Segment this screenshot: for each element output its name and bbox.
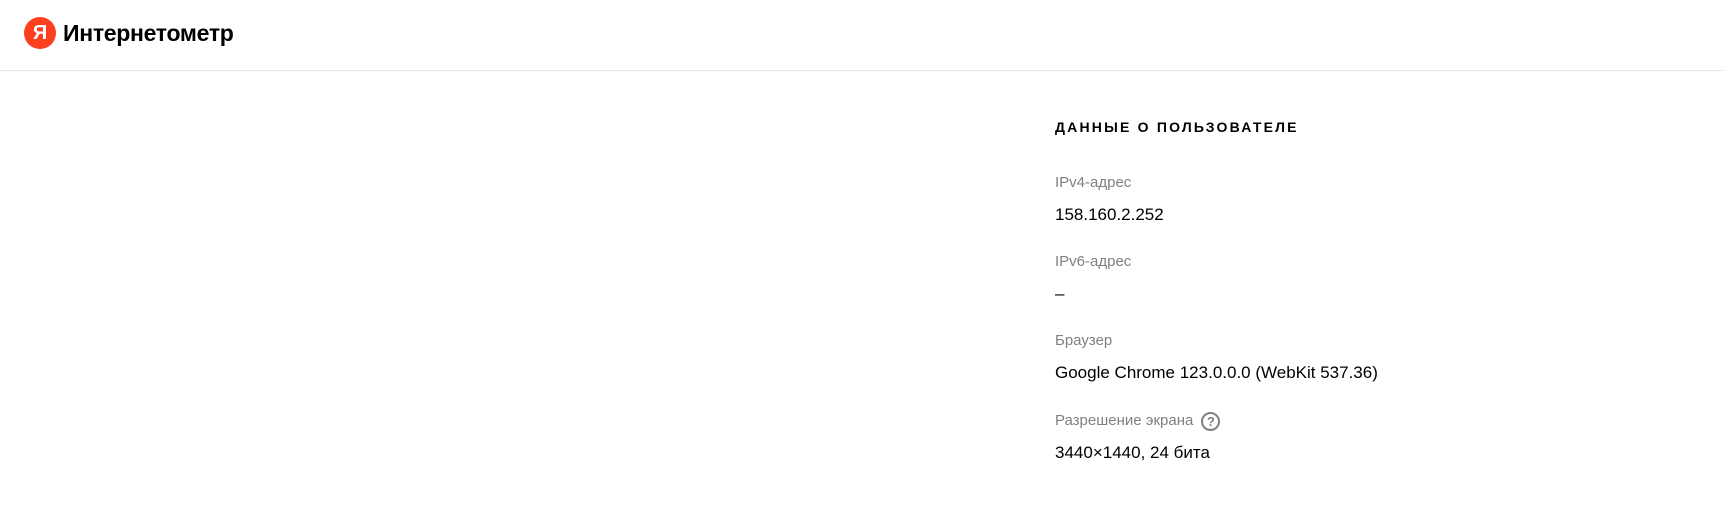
yandex-logo-icon: Я xyxy=(24,17,56,49)
app-name: Интернетометр xyxy=(63,19,234,46)
screen-resolution-value: 3440×1440, 24 бита xyxy=(1055,443,1210,462)
user-data-panel: ДАННЫЕ О ПОЛЬЗОВАТЕЛЕ IPv4-адрес 158.160… xyxy=(1055,117,1655,462)
browser-field: Браузер Google Chrome 123.0.0.0 (WebKit … xyxy=(1055,331,1378,384)
question-icon[interactable]: ? xyxy=(1201,411,1221,431)
ipv6-label: IPv6-адрес xyxy=(1055,253,1132,270)
screen-resolution-label: Разрешение экрана xyxy=(1055,412,1194,429)
top-header: Я Интернетометр xyxy=(0,0,1723,71)
ipv4-value: 158.160.2.252 xyxy=(1055,205,1164,224)
ipv4-field: IPv4-адрес 158.160.2.252 xyxy=(1055,173,1164,226)
browser-value: Google Chrome 123.0.0.0 (WebKit 537.36) xyxy=(1055,363,1378,382)
ipv6-field: IPv6-адрес – xyxy=(1055,252,1131,305)
panel-title: ДАННЫЕ О ПОЛЬЗОВАТЕЛЕ xyxy=(1055,119,1299,135)
ipv6-value: – xyxy=(1055,284,1065,303)
screen-resolution-field: Разрешение экрана ? 3440×1440, 24 бита xyxy=(1055,411,1221,464)
yandex-internetometer-logo[interactable]: Я Интернетометр xyxy=(24,16,234,50)
ipv4-label: IPv4-адрес xyxy=(1055,174,1132,191)
browser-label: Браузер xyxy=(1055,332,1113,349)
screen-resolution-label-row: Разрешение экрана ? xyxy=(1055,411,1221,431)
